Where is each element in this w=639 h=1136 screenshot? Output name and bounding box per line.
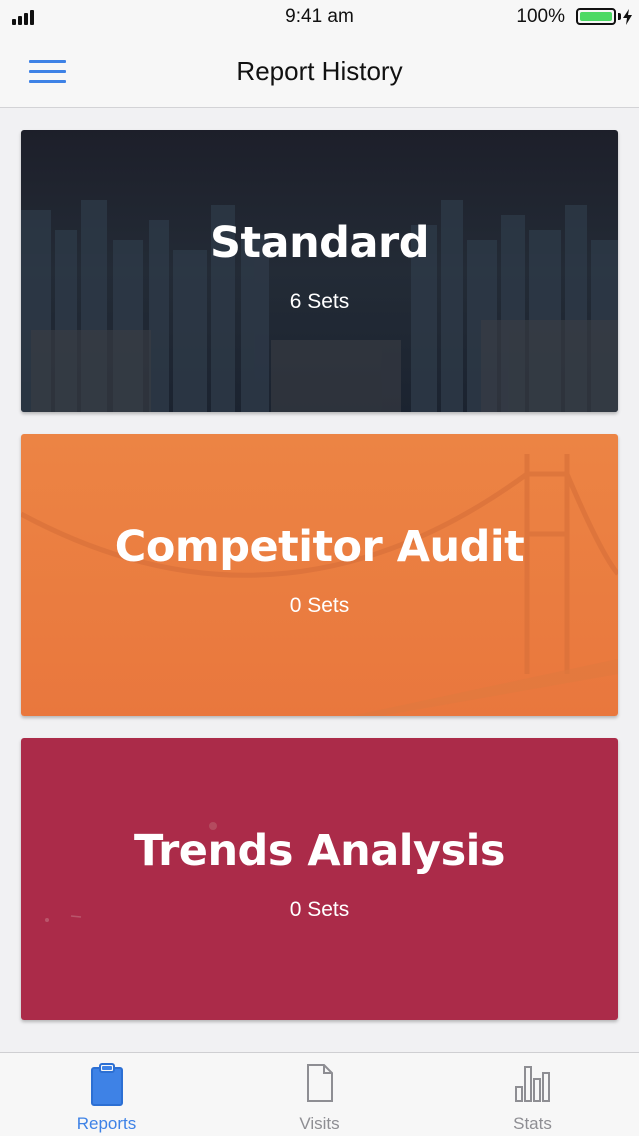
card-set-count: 0 Sets [289, 594, 350, 617]
battery-tip [618, 13, 621, 20]
tab-reports[interactable]: Reports [0, 1053, 213, 1136]
tab-bar: Reports Visits Stats [0, 1052, 639, 1136]
clipboard-icon [90, 1063, 123, 1106]
page-title: Report History [236, 56, 403, 86]
tab-label: Reports [76, 1114, 137, 1133]
card-title: Trends Analysis [133, 826, 506, 876]
report-card-standard[interactable]: Standard 6 Sets [21, 130, 618, 412]
tab-stats[interactable]: Stats [426, 1053, 639, 1136]
navigation-bar: Report History [0, 36, 639, 108]
report-list: Standard 6 Sets Competitor Audit 0 Sets … [0, 108, 639, 1052]
golden-gate-bridge-photo [21, 434, 618, 716]
document-icon [306, 1064, 333, 1102]
card-set-count: 6 Sets [289, 290, 350, 313]
charging-bolt-icon [623, 9, 632, 25]
city-skyline-photo [21, 130, 618, 412]
aerial-photo [21, 738, 618, 1020]
card-set-count: 0 Sets [289, 898, 350, 921]
bar-chart-icon [514, 1066, 550, 1102]
screen: 9:41 am 100% Report History Standard 6 S… [0, 0, 639, 1136]
card-title: Competitor Audit [114, 522, 525, 572]
card-title: Standard [210, 218, 429, 268]
battery-percentage: 100% [516, 6, 565, 27]
report-card-trends-analysis[interactable]: Trends Analysis 0 Sets [21, 738, 618, 1020]
battery-level [580, 12, 612, 21]
tab-label: Stats [513, 1114, 552, 1133]
tab-label: Visits [299, 1114, 340, 1133]
report-card-competitor-audit[interactable]: Competitor Audit 0 Sets [21, 434, 618, 716]
battery-icon [576, 8, 616, 25]
status-bar: 9:41 am 100% [0, 0, 639, 36]
tab-visits[interactable]: Visits [213, 1053, 426, 1136]
